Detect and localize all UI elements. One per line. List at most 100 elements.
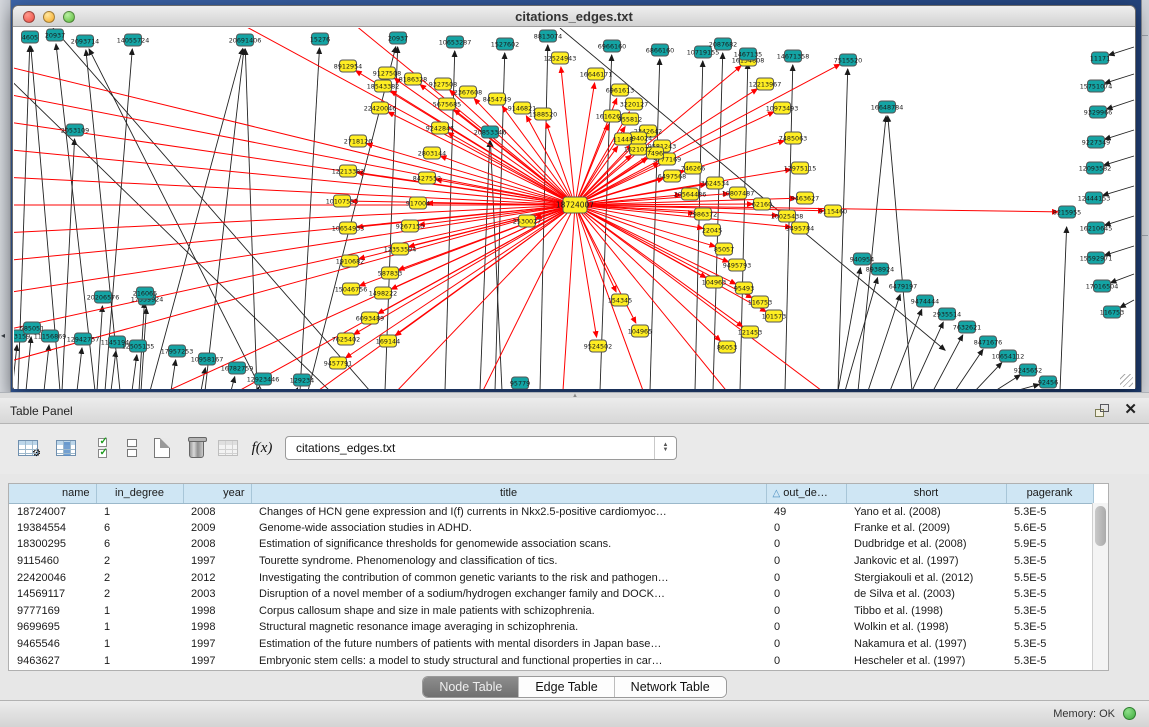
cited-node[interactable]: 9524502	[584, 340, 612, 352]
delete-table-icon[interactable]	[182, 434, 210, 462]
column-header-year[interactable]: year	[183, 484, 251, 503]
node[interactable]: 216065	[133, 287, 157, 299]
table-row[interactable]: 1938455462009Genome-wide association stu…	[9, 520, 1093, 537]
node[interactable]: 7632621	[953, 321, 981, 333]
cited-node[interactable]: 8186328	[399, 73, 427, 85]
network-canvas[interactable]: 1872400789129549127508818632893275081854…	[14, 28, 1135, 389]
cited-node[interactable]: 95493	[734, 282, 754, 294]
cited-node[interactable]: 10807487	[722, 187, 755, 199]
cited-node[interactable]: 12213382	[332, 165, 365, 177]
node[interactable]: 12444153	[1078, 192, 1111, 204]
cited-node[interactable]: 5675685	[433, 98, 461, 110]
node[interactable]: 6479197	[889, 280, 917, 292]
cited-node[interactable]: 6961613	[606, 84, 634, 96]
table-row[interactable]: 969969511998Structural magnetic resonanc…	[9, 619, 1093, 636]
node[interactable]: 95779	[510, 377, 530, 389]
cited-node[interactable]: 3624534	[701, 177, 729, 189]
cited-node[interactable]: 12524943	[544, 52, 577, 64]
node[interactable]: 20937	[45, 29, 65, 41]
cited-node[interactable]: 2367608	[454, 86, 482, 98]
cited-node[interactable]: 6093489	[356, 312, 384, 324]
node[interactable]: 8471676	[974, 336, 1002, 348]
cited-node[interactable]: 121453	[738, 326, 762, 338]
node[interactable]: 116753	[1100, 306, 1124, 318]
node[interactable]: 2935514	[933, 308, 961, 320]
node[interactable]: 16648784	[871, 101, 904, 113]
cited-node[interactable]: 587833	[378, 267, 402, 279]
column-header-out_de[interactable]: △out_de…	[766, 484, 846, 503]
window-resize-grip[interactable]	[1120, 374, 1133, 387]
node[interactable]: 10654112	[992, 350, 1025, 362]
node[interactable]: 8813074	[534, 30, 562, 42]
column-header-pagerank[interactable]: pagerank	[1006, 484, 1093, 503]
cited-node[interactable]: 1498222	[369, 287, 397, 299]
cited-node[interactable]: 2530027	[513, 215, 541, 227]
column-header-title[interactable]: title	[251, 484, 766, 503]
memory-status-indicator-icon[interactable]	[1123, 707, 1136, 720]
cited-node[interactable]: 169144	[376, 335, 400, 347]
cited-node[interactable]: 12353594	[384, 243, 417, 255]
select-rows-checkbox-icon[interactable]	[88, 434, 116, 462]
node[interactable]: 129234	[290, 374, 314, 386]
node[interactable]: 20853346	[474, 126, 507, 138]
node[interactable]: 17957253	[161, 345, 194, 357]
table-row[interactable]: 946554611997Estimation of the future num…	[9, 636, 1093, 653]
node[interactable]: 940954	[850, 253, 874, 265]
cited-node[interactable]: 116753	[748, 296, 772, 308]
cited-node[interactable]: 7625402	[332, 333, 360, 345]
cited-node[interactable]: 10654933	[332, 222, 365, 234]
column-header-in_degree[interactable]: in_degree	[96, 484, 183, 503]
node[interactable]: 6866160	[646, 44, 674, 56]
cited-node[interactable]: 917004	[406, 197, 430, 209]
node[interactable]: 16210645	[1080, 222, 1113, 234]
cited-node[interactable]: 7485063	[779, 132, 807, 144]
collapse-left-arrow-icon[interactable]: ◂	[1, 331, 5, 340]
node[interactable]: 9227349	[1082, 136, 1110, 148]
column-header-name[interactable]: name	[9, 484, 96, 503]
column-header-short[interactable]: short	[846, 484, 1006, 503]
node[interactable]: 4605	[22, 31, 39, 43]
cited-node[interactable]: 101573	[762, 310, 786, 322]
table-row[interactable]: 2242004622012Investigating the contribut…	[9, 569, 1093, 586]
cited-node[interactable]: 16646171	[580, 68, 613, 80]
cited-node[interactable]: 18543382	[367, 80, 400, 92]
cited-node[interactable]: 12975115	[784, 162, 817, 174]
node[interactable]: 1467135	[734, 48, 762, 60]
cited-node[interactable]: 10107553	[326, 195, 359, 207]
cited-node[interactable]: 10025438	[771, 210, 804, 222]
cited-node[interactable]: 1910682	[336, 255, 364, 267]
node[interactable]: 9329966	[1084, 106, 1112, 118]
node[interactable]: 14671358	[777, 50, 810, 62]
cited-node[interactable]: 9495784	[786, 222, 814, 234]
node[interactable]: 17016504	[1086, 280, 1119, 292]
cited-node[interactable]: 7986372	[689, 208, 717, 220]
node[interactable]: 11156869	[34, 330, 67, 342]
cited-node[interactable]: 9115460	[819, 205, 847, 217]
node[interactable]: 2093714	[71, 35, 99, 47]
node[interactable]: 20937	[388, 32, 408, 44]
cited-node[interactable]: 9127508	[373, 67, 401, 79]
cited-node[interactable]: 8427552	[413, 172, 441, 184]
cited-node[interactable]: 9267150	[396, 220, 424, 232]
select-columns-icon[interactable]	[52, 434, 80, 462]
cited-node[interactable]: 2718126	[344, 135, 372, 147]
tab-edge-table[interactable]: Edge Table	[519, 677, 614, 697]
tab-node-table[interactable]: Node Table	[423, 677, 519, 697]
cited-node[interactable]: 1588520	[529, 108, 557, 120]
float-window-icon[interactable]	[1095, 404, 1109, 417]
cited-node[interactable]: 746266	[681, 162, 705, 174]
node[interactable]: 1527602	[491, 38, 519, 50]
node[interactable]: 2053109	[61, 124, 89, 136]
cited-node[interactable]: 8912954	[334, 60, 362, 72]
table-row[interactable]: 911546021997Tourette syndrome. Phenomeno…	[9, 553, 1093, 570]
node[interactable]: 11171	[1090, 52, 1110, 64]
cited-node[interactable]: 62160	[752, 198, 772, 210]
new-table-icon[interactable]	[148, 434, 176, 462]
tab-network-table[interactable]: Network Table	[615, 677, 726, 697]
node[interactable]: 12093582	[1079, 162, 1112, 174]
cited-node[interactable]: 9495793	[723, 259, 751, 271]
node[interactable]: 20691406	[229, 34, 262, 46]
node[interactable]: 12942757	[67, 333, 100, 345]
cited-node[interactable]: 154345	[608, 294, 632, 306]
node[interactable]: 92456	[1038, 376, 1058, 388]
